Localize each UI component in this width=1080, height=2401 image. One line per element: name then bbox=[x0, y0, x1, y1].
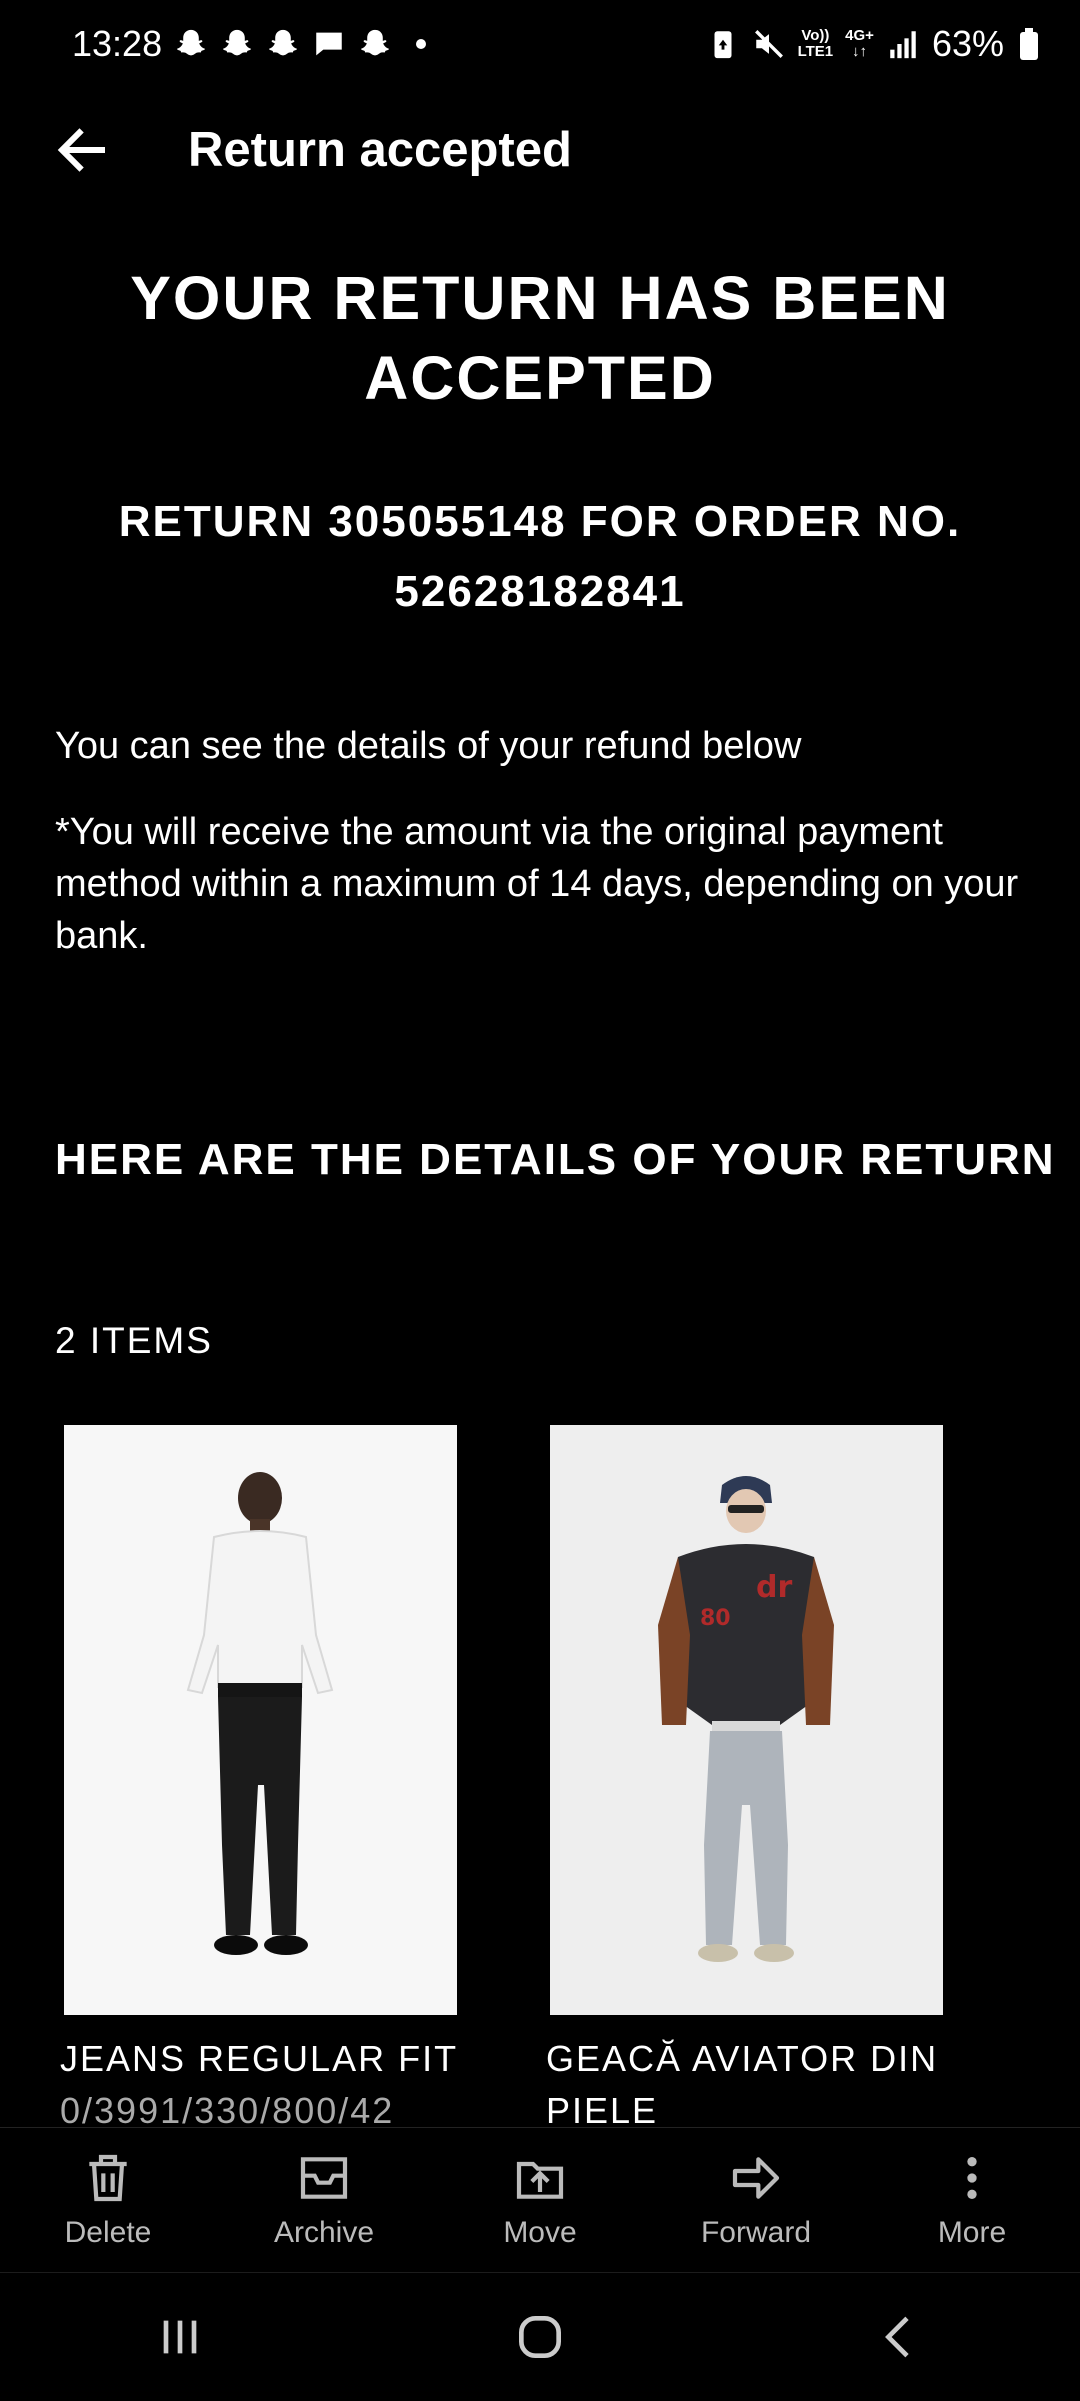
back-button[interactable] bbox=[42, 110, 122, 190]
home-icon bbox=[519, 2316, 561, 2358]
arrow-left-icon bbox=[57, 128, 105, 172]
svg-text:80: 80 bbox=[700, 1606, 731, 1631]
refund-note: *You will receive the amount via the ori… bbox=[55, 811, 1019, 957]
mute-icon bbox=[752, 27, 786, 61]
delete-button[interactable]: Delete bbox=[0, 2150, 216, 2250]
return-order-number: RETURN 305055148 FOR ORDER NO. 526281828… bbox=[118, 497, 962, 616]
product-name-aviator-jacket[interactable]: GEACĂ AVIATOR DIN bbox=[546, 2038, 938, 2080]
recent-apps-button[interactable] bbox=[120, 2297, 240, 2377]
more-button[interactable]: More bbox=[864, 2150, 1080, 2250]
move-label: Move bbox=[503, 2215, 577, 2249]
archive-button[interactable]: Archive bbox=[216, 2150, 432, 2250]
product-name-aviator-jacket-cont: PIELE bbox=[546, 2090, 659, 2126]
return-headline: YOUR RETURN HAS BEEN ACCEPTED bbox=[130, 264, 950, 412]
items-count: 2 ITEMS bbox=[55, 1320, 213, 1361]
home-button[interactable] bbox=[480, 2297, 600, 2377]
app-bar: Return accepted bbox=[0, 100, 1080, 200]
return-details-heading: HERE ARE THE DETAILS OF YOUR RETURN bbox=[55, 1135, 1056, 1184]
signal-icon bbox=[886, 27, 920, 61]
snapchat-icon bbox=[174, 27, 208, 61]
status-bar: 13:28 Vo)) LTE1 4G+ ↓↑ 63% bbox=[0, 0, 1080, 88]
battery-percentage: 63% bbox=[931, 23, 1004, 64]
chevron-left-icon bbox=[885, 2316, 909, 2358]
more-notifications-dot-icon bbox=[416, 39, 427, 49]
forward-icon bbox=[732, 2156, 780, 2199]
jeans-model-illustration bbox=[64, 1425, 457, 2015]
battery-saver-icon bbox=[706, 27, 740, 61]
snapchat-icon bbox=[358, 27, 392, 61]
system-back-button[interactable] bbox=[840, 2297, 960, 2377]
snapchat-icon bbox=[220, 27, 254, 61]
volte-top-text: Vo)) bbox=[801, 27, 830, 44]
product-name-jeans[interactable]: JEANS REGULAR FIT bbox=[60, 2038, 458, 2080]
volte-indicator: Vo)) LTE1 bbox=[798, 28, 834, 60]
move-button[interactable]: Move bbox=[432, 2150, 648, 2250]
recent-apps-icon bbox=[163, 2320, 197, 2354]
refund-details-text: You can see the details of your refund b… bbox=[55, 725, 802, 767]
status-time: 13:28 bbox=[72, 23, 163, 64]
status-right: Vo)) LTE1 4G+ ↓↑ 63% bbox=[706, 23, 1038, 65]
network-gen-text: 4G+ bbox=[845, 27, 874, 44]
status-left: 13:28 bbox=[72, 23, 427, 65]
product-code-jeans: 0/3991/330/800/42 bbox=[60, 2090, 395, 2126]
email-action-bar: Delete Archive Move Forward More bbox=[0, 2127, 1080, 2271]
more-label: More bbox=[937, 2215, 1007, 2249]
system-navigation-bar bbox=[0, 2272, 1080, 2401]
chat-bubble-icon bbox=[312, 27, 346, 61]
archive-icon bbox=[300, 2156, 348, 2199]
page-title: Return accepted bbox=[188, 123, 572, 177]
move-icon bbox=[516, 2161, 564, 2199]
product-image-jeans[interactable] bbox=[64, 1425, 457, 2015]
product-image-aviator-jacket[interactable]: 80 dr bbox=[550, 1425, 943, 2015]
more-vertical-icon bbox=[967, 2156, 977, 2199]
data-arrows-icon: ↓↑ bbox=[852, 43, 868, 60]
jacket-model-illustration: 80 dr bbox=[550, 1425, 943, 2015]
snapchat-icon bbox=[266, 27, 300, 61]
forward-label: Forward bbox=[700, 2215, 812, 2249]
battery-icon bbox=[1020, 28, 1038, 60]
delete-label: Delete bbox=[64, 2215, 152, 2249]
volte-bottom-text: LTE1 bbox=[797, 43, 834, 60]
svg-text:dr: dr bbox=[756, 1570, 792, 1605]
network-generation: 4G+ ↓↑ bbox=[845, 28, 874, 60]
forward-button[interactable]: Forward bbox=[648, 2150, 864, 2250]
trash-icon bbox=[89, 2154, 127, 2201]
archive-label: Archive bbox=[273, 2215, 375, 2249]
